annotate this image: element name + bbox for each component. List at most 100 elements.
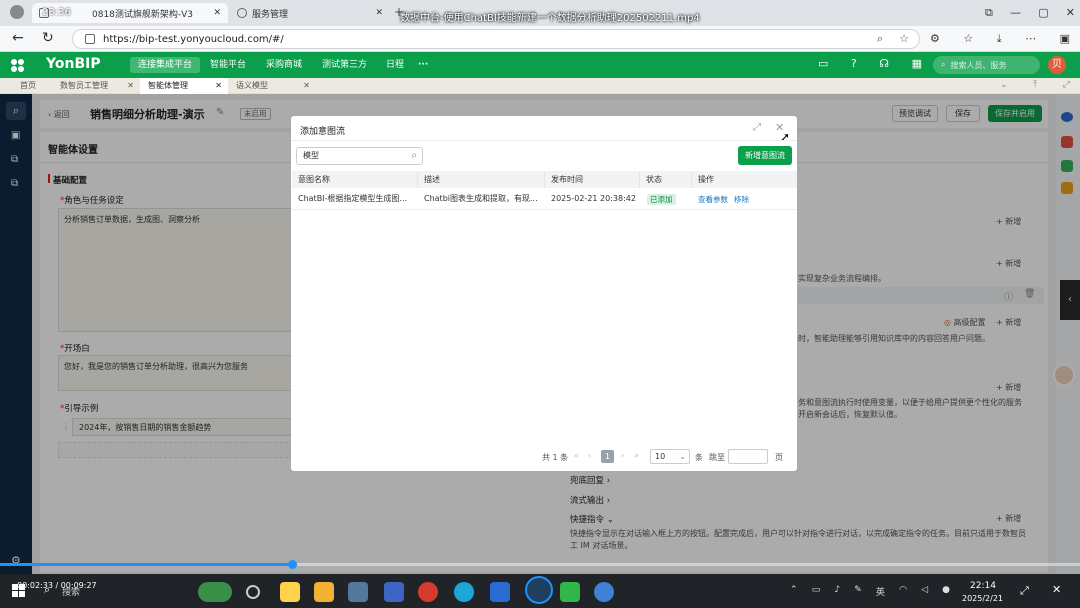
app-grid-icon[interactable] — [10, 58, 25, 73]
pip-icon[interactable]: ⧉ — [985, 6, 993, 20]
extensions-icon[interactable]: ⚙ — [930, 32, 940, 46]
edge-icon[interactable] — [454, 582, 474, 602]
file-explorer-icon[interactable] — [280, 582, 300, 602]
word-icon[interactable] — [490, 582, 510, 602]
fullscreen-icon[interactable]: ⤢ — [1020, 584, 1029, 598]
search-placeholder: 搜索人员、服务 — [950, 60, 1007, 70]
next-page-icon[interactable]: › — [621, 451, 624, 460]
restore-icon[interactable]: ▢ — [1038, 6, 1048, 20]
notes-icon[interactable] — [384, 582, 404, 602]
browser-tab-1[interactable]: 23:36 0818测试旗舰新架构-V3 ✕ — [32, 3, 228, 23]
media-icon[interactable] — [594, 582, 614, 602]
taskbar-clock[interactable]: 22:14 — [970, 581, 996, 591]
app-icon[interactable] — [348, 582, 368, 602]
add-intent-flow-dialog: 添加意图流 ⤢ ✕ ➚ 模型 ⌕ 新增意图流 意图名称 描述 发布时间 状态 操… — [291, 116, 797, 471]
close-icon[interactable]: ✕ — [213, 8, 221, 18]
close-player-icon[interactable]: ✕ — [1052, 583, 1061, 596]
pin-icon[interactable]: ⤒ — [1033, 80, 1037, 90]
remove-link[interactable]: 移除 — [734, 194, 749, 205]
page-tab-digital-staff[interactable]: 数智员工管理 ✕ — [52, 78, 140, 94]
chevron-down-icon[interactable]: ⌄ — [1000, 80, 1008, 90]
maximize-icon[interactable]: ⤢ — [753, 122, 761, 133]
nav-item-ai-platform[interactable]: 智能平台 — [210, 57, 246, 73]
browser-toolbar: ← ↻ https://bip-test.yonyoucloud.com/#/ … — [0, 26, 1080, 52]
download-icon[interactable]: ⤓ — [997, 32, 1002, 46]
widget-earth-icon[interactable] — [198, 582, 232, 602]
avatar[interactable]: 贝 — [1048, 56, 1066, 74]
total-count: 共 1 条 — [542, 453, 569, 462]
favorites-icon[interactable]: ☆ — [963, 32, 973, 46]
prev-page-icon[interactable]: ‹ — [588, 451, 591, 460]
task-view-icon[interactable] — [246, 585, 260, 599]
search-icon[interactable]: ⌕ — [411, 148, 417, 164]
browser-tab-2[interactable]: 服务管理 ✕ — [230, 3, 390, 23]
site-info-icon[interactable] — [85, 34, 95, 44]
back-arrow-icon[interactable]: ← — [12, 30, 24, 46]
close-icon[interactable]: ✕ — [215, 78, 222, 94]
page-size-unit: 条 — [695, 453, 703, 462]
jump-label: 跳至 — [709, 453, 725, 462]
search-value: 模型 — [303, 151, 319, 160]
zoom-icon[interactable]: ⌕ — [877, 32, 883, 46]
help-icon[interactable]: ? — [851, 57, 857, 70]
message-icon[interactable]: ▭ — [818, 57, 828, 70]
view-params-link[interactable]: 查看参数 — [698, 194, 728, 205]
wechat-icon[interactable] — [560, 582, 580, 602]
folder-icon[interactable] — [314, 582, 334, 602]
nav-item-test-third-party[interactable]: 测试第三方 — [322, 57, 367, 73]
red-app-icon[interactable] — [418, 582, 438, 602]
reload-icon[interactable]: ↻ — [42, 30, 54, 46]
mouse-cursor-icon: ➚ — [780, 130, 791, 144]
volume-icon[interactable]: ◁ — [921, 585, 928, 598]
chevron-up-icon[interactable]: ⌃ — [790, 585, 798, 598]
page-number[interactable]: 1 — [601, 450, 614, 463]
close-icon[interactable]: ✕ — [303, 78, 310, 94]
language-icon[interactable]: 英 — [876, 585, 885, 598]
close-window-icon[interactable]: ✕ — [1066, 6, 1075, 20]
page-tab-agent-mgmt[interactable]: 智能体管理 ✕ — [140, 78, 228, 94]
mic-icon[interactable]: ♪ — [834, 585, 840, 598]
col-header-status: 状态 — [640, 171, 692, 188]
close-icon[interactable]: ✕ — [127, 78, 134, 94]
more-icon[interactable]: ⋯ — [1025, 32, 1036, 46]
intent-search-input[interactable]: 模型 ⌕ — [296, 147, 423, 165]
close-icon[interactable]: ✕ — [375, 8, 383, 18]
play-pause-icon[interactable] — [525, 576, 553, 604]
nav-item-procurement[interactable]: 采购商城 — [266, 57, 302, 73]
search-icon: ⌕ — [941, 60, 946, 69]
page-size-select[interactable]: 10 ⌄ — [650, 449, 690, 464]
window-title: 数据中台-使用ChatBI技能新建一个数据分析助理202502211.mp4 — [400, 13, 700, 24]
antivirus-icon[interactable]: ● — [942, 585, 950, 598]
battery-icon[interactable]: ▭ — [812, 585, 821, 598]
page-tab-home[interactable]: 首页 — [12, 78, 44, 94]
favorite-star-icon[interactable]: ☆ — [899, 32, 909, 45]
last-page-icon[interactable]: » — [634, 451, 639, 460]
jump-page-input[interactable] — [728, 449, 768, 464]
sidebar-icon[interactable]: ▣ — [1060, 32, 1070, 46]
wifi-icon[interactable]: ◠ — [899, 585, 907, 598]
progress-knob[interactable] — [287, 560, 297, 569]
table-header: 意图名称 描述 发布时间 状态 操作 — [292, 171, 797, 188]
video-player-bar: 00:02:33 / 00:09:27 — [0, 557, 1080, 590]
profile-icon[interactable] — [10, 5, 24, 19]
nav-item-schedule[interactable]: 日程 — [386, 57, 404, 73]
globe-icon — [237, 8, 247, 18]
minimize-icon[interactable]: — — [1010, 6, 1021, 20]
cell-desc: Chatbi图表生成和提取，有现... — [424, 194, 538, 203]
nav-item-integration[interactable]: 连接集成平台 — [130, 57, 201, 73]
app-logo[interactable]: YonBIP — [46, 56, 101, 72]
headset-icon[interactable]: ☊ — [879, 57, 889, 70]
page-size-value: 10 — [655, 452, 666, 461]
page-unit: 页 — [775, 453, 783, 462]
url-field[interactable]: https://bip-test.yonyoucloud.com/#/ ⌕ ☆ — [72, 29, 920, 49]
page-tab-semantic-model[interactable]: 语义模型 ✕ — [228, 78, 316, 94]
taskbar-date[interactable]: 2025/2/21 — [962, 594, 1003, 603]
new-intent-flow-button[interactable]: 新增意图流 — [738, 146, 792, 165]
first-page-icon[interactable]: « — [574, 451, 579, 460]
nav-item-more[interactable]: ··· — [418, 57, 428, 73]
tab-bar-controls: ⌄ ⤒ ⤢ — [1000, 80, 1070, 90]
calendar-icon[interactable]: ▦ — [912, 57, 922, 70]
app-search-input[interactable]: ⌕ 搜索人员、服务 — [933, 56, 1040, 74]
expand-icon[interactable]: ⤢ — [1063, 80, 1070, 90]
pen-icon[interactable]: ✎ — [854, 585, 862, 598]
